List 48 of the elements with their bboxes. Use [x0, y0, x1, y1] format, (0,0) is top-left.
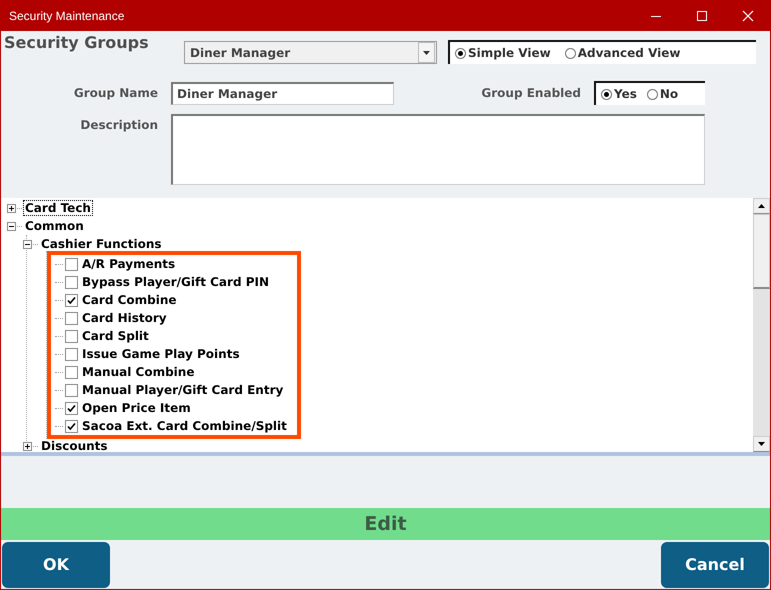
- group-dropdown[interactable]: Diner Manager: [184, 41, 437, 64]
- radio-option[interactable]: Advanced View: [564, 46, 680, 60]
- checkbox[interactable]: [65, 294, 78, 306]
- tree-item[interactable]: Card Split: [80, 328, 151, 344]
- dropdown-arrow-icon[interactable]: [423, 50, 430, 54]
- tree-item[interactable]: Sacoa Ext. Card Combine/Split: [80, 418, 289, 434]
- scrollbar[interactable]: [753, 198, 770, 452]
- checkbox[interactable]: [65, 420, 78, 432]
- field-label: Group Enabled: [480, 86, 582, 100]
- radio-option[interactable]: Simple View: [455, 46, 551, 60]
- tree-item[interactable]: Card History: [80, 310, 169, 326]
- field-label: Group Name: [72, 86, 159, 100]
- tree-item[interactable]: Discounts: [39, 438, 110, 454]
- radio-option[interactable]: No: [646, 87, 678, 101]
- field-label: Description: [79, 117, 159, 132]
- expand-icon[interactable]: [23, 442, 32, 450]
- tree-item[interactable]: Cashier Functions: [39, 236, 164, 252]
- tree-item[interactable]: Issue Game Play Points: [80, 346, 242, 362]
- checkbox[interactable]: [65, 330, 78, 342]
- ok-button[interactable]: OK: [2, 542, 110, 588]
- section-title: Security Groups: [4, 32, 150, 52]
- tree-item[interactable]: Bypass Player/Gift Card PIN: [80, 274, 272, 290]
- group-name-field[interactable]: Diner Manager: [171, 82, 394, 104]
- tree-item[interactable]: Manual Combine: [80, 364, 196, 380]
- checkbox[interactable]: [65, 312, 78, 324]
- expand-icon[interactable]: [7, 204, 16, 212]
- scroll-thumb[interactable]: [753, 214, 770, 289]
- window-title: Security Maintenance: [9, 8, 124, 22]
- tree-item[interactable]: Manual Player/Gift Card Entry: [80, 382, 286, 398]
- scroll-down-icon[interactable]: [758, 442, 765, 446]
- description-field[interactable]: [171, 114, 705, 185]
- tree-item[interactable]: A/R Payments: [80, 256, 178, 272]
- cancel-button[interactable]: Cancel: [661, 542, 769, 588]
- checkbox[interactable]: [65, 348, 78, 360]
- tree-item[interactable]: Open Price Item: [80, 400, 193, 416]
- tree-item[interactable]: Card Tech: [23, 200, 93, 216]
- checkbox[interactable]: [65, 384, 78, 396]
- radio-option[interactable]: Yes: [601, 87, 637, 101]
- checkbox[interactable]: [65, 366, 78, 378]
- checkbox[interactable]: [65, 402, 78, 414]
- mode-bar: Edit: [1, 508, 770, 540]
- tree-item[interactable]: Card Combine: [80, 292, 179, 308]
- collapse-icon[interactable]: [7, 222, 16, 230]
- scroll-up-icon[interactable]: [758, 204, 765, 208]
- checkbox[interactable]: [65, 276, 78, 288]
- tree-item[interactable]: Common: [23, 218, 86, 234]
- checkbox[interactable]: [65, 258, 78, 270]
- collapse-icon[interactable]: [23, 240, 32, 248]
